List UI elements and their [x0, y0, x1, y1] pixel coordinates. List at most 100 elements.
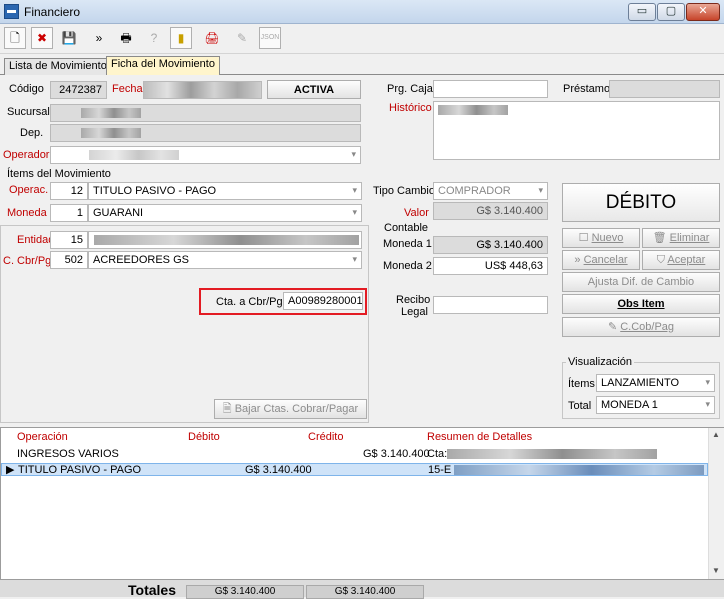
chevron-down-icon: ▾ — [352, 254, 357, 264]
col-resumen[interactable]: Resumen de Detalles — [427, 431, 532, 443]
codigo-label: Código — [9, 83, 44, 95]
items-section-label: Ítems del Movimiento — [7, 168, 111, 180]
stamp-icon[interactable]: ✎ — [231, 27, 253, 49]
help-icon[interactable]: ? — [143, 27, 165, 49]
obs-item-button[interactable]: Obs Item — [562, 294, 720, 314]
accept-icon: ⛉ — [656, 254, 668, 266]
chevron-down-icon: ▾ — [705, 377, 710, 387]
debit-indicator[interactable]: DÉBITO — [562, 183, 720, 222]
json-icon[interactable]: JSON — [259, 27, 281, 49]
table-row[interactable]: INGRESOS VARIOS G$ 3.140.400 Cta: — [1, 448, 708, 461]
highlight-box — [199, 288, 367, 315]
scroll-up-icon[interactable]: ▲ — [712, 430, 720, 439]
items-combo[interactable]: LANZAMIENTO ▾ — [596, 374, 715, 392]
sucursal-field[interactable] — [50, 104, 361, 122]
operac-combo[interactable]: TITULO PASIVO - PAGO ▾ — [88, 182, 362, 200]
moneda2-field[interactable]: US$ 448,63 — [433, 257, 548, 275]
prestamo-field[interactable] — [609, 80, 720, 98]
eliminar-button[interactable]: 🗑 Eliminar — [642, 228, 720, 248]
col-operacion[interactable]: Operación — [17, 431, 68, 443]
tipo-cambio-combo[interactable]: COMPRADOR ▾ — [433, 182, 548, 200]
window-title: Financiero — [24, 5, 81, 19]
checkbox-icon: ☐ — [578, 232, 592, 244]
contable-label: Contable — [384, 222, 429, 234]
recibo-legal-field[interactable] — [433, 296, 548, 314]
total-combo[interactable]: MONEDA 1 ▾ — [596, 396, 715, 414]
cancel-icon: » — [574, 254, 584, 266]
fecha-field[interactable] — [143, 81, 262, 99]
entidad-label: Entidad — [17, 234, 55, 246]
items-label: Ítems — [568, 378, 595, 390]
ccbr-label: C. Cbr/Pgr — [3, 255, 55, 267]
navigate-icon[interactable]: » — [88, 27, 110, 49]
fecha-label: Fecha — [112, 83, 143, 95]
moneda-code-field[interactable]: 1 — [50, 204, 88, 222]
operac-combo-value: TITULO PASIVO - PAGO — [93, 185, 217, 197]
prg-caja-field[interactable] — [433, 80, 548, 98]
visualizacion-title: Visualización — [566, 356, 635, 368]
operador-combo[interactable]: ▾ — [50, 146, 361, 164]
operac-code-field[interactable]: 12 — [50, 182, 88, 200]
totals-label: Totales — [128, 582, 176, 598]
cancelar-button[interactable]: » Cancelar — [562, 250, 640, 270]
trash-icon: 🗑 — [652, 232, 670, 244]
table-row-selected[interactable]: ▶ TITULO PASIVO - PAGO G$ 3.140.400 15-E — [1, 463, 708, 476]
bajar-ctas-button[interactable]: 🗎 Bajar Ctas. Cobrar/Pagar — [214, 399, 367, 419]
tab-lista-movimientos[interactable]: Lista de Movimientos — [4, 58, 118, 75]
chevron-down-icon: ▾ — [352, 207, 357, 217]
tipo-cambio-label: Tipo Cambio — [373, 185, 435, 197]
legal-label: Legal — [401, 306, 428, 318]
maximize-button[interactable]: ▢ — [657, 3, 685, 21]
col-debito[interactable]: Débito — [188, 431, 220, 443]
print-report-icon[interactable]: 🖨 — [201, 27, 223, 49]
title-bar: Financiero ▭ ▢ ✕ — [0, 0, 724, 24]
save-icon[interactable]: 💾 — [58, 27, 80, 49]
moneda2-label: Moneda 2 — [383, 260, 432, 272]
moneda1-field[interactable]: G$ 3.140.400 — [433, 236, 548, 254]
nuevo-button[interactable]: ☐ Nuevo — [562, 228, 640, 248]
close-button[interactable]: ✕ — [686, 3, 720, 21]
ccbr-code-field[interactable]: 502 — [50, 251, 88, 269]
moneda-combo[interactable]: GUARANI ▾ — [88, 204, 362, 222]
dep-field[interactable] — [50, 124, 361, 142]
minimize-button[interactable]: ▭ — [628, 3, 656, 21]
entidad-name-field[interactable] — [88, 231, 362, 249]
pen-icon: ✎ — [607, 321, 621, 333]
codigo-field[interactable]: 2472387 — [50, 81, 107, 99]
historico-label: Histórico — [389, 102, 432, 114]
ccob-pag-button[interactable]: ✎ C.Cob/Pag — [562, 317, 720, 337]
tab-strip: Lista de Movimientos Ficha del Movimient… — [0, 56, 724, 75]
chevron-down-icon: ▾ — [705, 399, 710, 409]
exit-icon[interactable]: ▮ — [170, 27, 192, 49]
ajusta-dif-cambio-button[interactable]: Ajusta Dif. de Cambio — [562, 272, 720, 292]
delete-icon[interactable]: ✖ — [31, 27, 53, 49]
sucursal-label: Sucursal — [7, 106, 50, 118]
operador-label: Operador — [3, 149, 50, 161]
chevron-down-icon: ▾ — [538, 185, 543, 195]
ccbr-combo-value: ACREEDORES GS — [93, 254, 189, 266]
aceptar-button[interactable]: ⛉ Aceptar — [642, 250, 720, 270]
moneda1-label: Moneda 1 — [383, 238, 432, 250]
download-icon: 🗎 — [222, 403, 235, 415]
scroll-down-icon[interactable]: ▼ — [712, 566, 720, 575]
historico-field[interactable] — [433, 101, 720, 160]
tab-ficha-movimiento[interactable]: Ficha del Movimiento — [106, 56, 220, 75]
valor-field[interactable]: G$ 3.140.400 — [433, 202, 548, 220]
entidad-code-field[interactable]: 15 — [50, 231, 88, 249]
ccbr-combo[interactable]: ACREEDORES GS ▾ — [88, 251, 362, 269]
print-icon[interactable]: 🖶 — [115, 27, 137, 49]
toolbar: 🗋 ✖ 💾 » 🖶 ? ▮ 🖨 ✎ JSON — [0, 24, 724, 54]
valor-label: Valor — [404, 207, 429, 219]
movements-grid[interactable]: Operación Débito Crédito Resumen de Deta… — [0, 427, 724, 580]
new-icon[interactable]: 🗋 — [4, 27, 26, 49]
items-combo-value: LANZAMIENTO — [601, 377, 680, 389]
row-pointer-icon: ▶ — [6, 464, 15, 476]
status-badge: ACTIVA — [267, 80, 361, 99]
col-credito[interactable]: Crédito — [308, 431, 343, 443]
total-label: Total — [568, 400, 592, 412]
vertical-scrollbar[interactable]: ▲ ▼ — [708, 428, 724, 579]
operac-label: Operac. — [9, 184, 49, 196]
recibo-label: Recibo — [396, 294, 431, 306]
chevron-down-icon: ▾ — [352, 185, 357, 195]
moneda-label: Moneda — [7, 207, 47, 219]
